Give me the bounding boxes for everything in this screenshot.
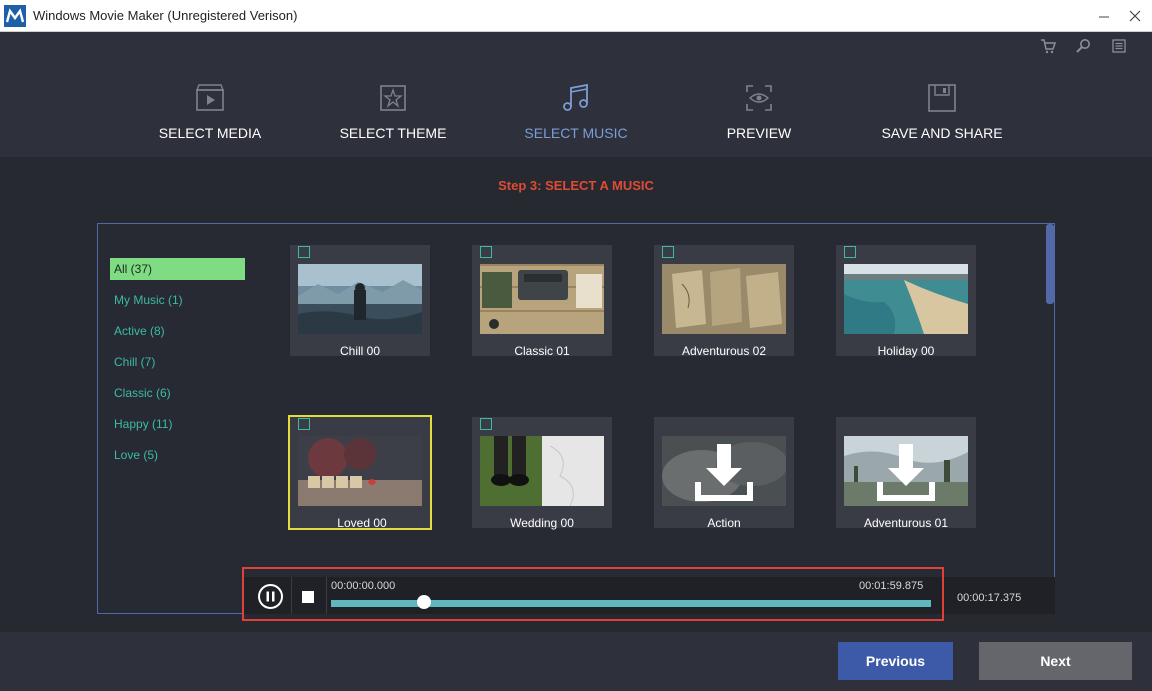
cart-icon[interactable]	[1040, 38, 1057, 54]
thumbnail-image	[844, 264, 968, 334]
category-happy[interactable]: Happy (11)	[110, 413, 245, 435]
music-title: Loved 00	[337, 516, 387, 530]
next-button[interactable]: Next	[979, 642, 1132, 680]
step-label: PREVIEW	[726, 125, 792, 141]
music-note-icon	[662, 246, 674, 258]
step-select-theme[interactable]: SELECT THEME	[318, 82, 468, 152]
current-time: 00:00:00.000	[331, 580, 396, 592]
music-note-icon	[298, 418, 310, 430]
music-library-panel: All (37) My Music (1) Active (8) Chill (…	[97, 223, 1055, 614]
close-icon[interactable]	[1124, 5, 1146, 27]
music-card-adventurous-02[interactable]: Adventurous 02	[654, 245, 794, 358]
music-card-wedding-00[interactable]: Wedding 00	[472, 417, 612, 530]
category-all[interactable]: All (37)	[110, 258, 245, 280]
music-note-icon	[480, 246, 492, 258]
step-navigation: SELECT MEDIA SELECT THEME SELECT MUSIC P…	[0, 32, 1152, 157]
progress-handle[interactable]	[417, 595, 431, 609]
step-select-music[interactable]: SELECT MUSIC	[501, 82, 651, 152]
music-title: Holiday 00	[877, 344, 935, 358]
music-title: Classic 01	[514, 344, 570, 358]
music-card-adventurous-01[interactable]: Adventurous 01	[836, 417, 976, 530]
music-title: Action	[707, 516, 741, 530]
music-note-icon	[298, 246, 310, 258]
step-title: Step 3: SELECT A MUSIC	[498, 178, 654, 193]
music-player: 00:00:00.000 00:01:59.875 00:00:17.375	[244, 577, 1055, 614]
eye-icon	[743, 82, 775, 114]
music-note-icon	[560, 82, 592, 114]
thumbnail-image	[662, 436, 786, 506]
thumbnail-image	[662, 264, 786, 334]
minimize-icon[interactable]	[1093, 5, 1115, 27]
step-label: SELECT THEME	[339, 125, 447, 141]
music-stage: Step 3: SELECT A MUSIC All (37) My Music…	[0, 157, 1152, 632]
theme-star-icon	[377, 82, 409, 114]
pause-button[interactable]	[258, 584, 283, 609]
menu-list-icon[interactable]	[1111, 38, 1127, 54]
category-classic[interactable]: Classic (6)	[110, 382, 245, 404]
step-preview[interactable]: PREVIEW	[684, 82, 834, 152]
category-chill[interactable]: Chill (7)	[110, 351, 245, 373]
music-note-icon	[480, 418, 492, 430]
music-card-chill-00[interactable]: Chill 00	[290, 245, 430, 358]
category-my-music[interactable]: My Music (1)	[110, 289, 245, 311]
music-note-icon	[844, 246, 856, 258]
thumbnail-image	[480, 436, 604, 506]
music-card-action[interactable]: Action	[654, 417, 794, 530]
step-label: SAVE AND SHARE	[881, 125, 1003, 141]
divider	[326, 577, 327, 614]
music-card-loved-00[interactable]: Loved 00	[288, 415, 432, 530]
window-title: Windows Movie Maker (Unregistered Veriso…	[33, 8, 298, 23]
thumbnail-image	[298, 436, 422, 506]
title-bar: Windows Movie Maker (Unregistered Veriso…	[0, 0, 1152, 32]
music-title: Chill 00	[339, 344, 381, 358]
scrollbar[interactable]	[1046, 224, 1054, 304]
music-card-classic-01[interactable]: Classic 01	[472, 245, 612, 358]
search-icon[interactable]	[1075, 38, 1091, 54]
thumbnail-image	[480, 264, 604, 334]
thumbnail-image	[298, 264, 422, 334]
stop-button[interactable]	[302, 591, 314, 603]
music-title: Adventurous 01	[863, 516, 949, 530]
music-title: Adventurous 02	[681, 344, 767, 358]
music-card-holiday-00[interactable]: Holiday 00	[836, 245, 976, 358]
end-time: 00:01:59.875	[859, 580, 924, 592]
music-title: Wedding 00	[510, 516, 574, 530]
step-label: SELECT MUSIC	[524, 125, 628, 141]
divider	[291, 577, 292, 614]
step-save-and-share[interactable]: SAVE AND SHARE	[867, 82, 1017, 152]
app-logo-icon	[4, 5, 26, 27]
bottom-bar: Previous Next	[0, 632, 1152, 691]
category-active[interactable]: Active (8)	[110, 320, 245, 342]
previous-button[interactable]: Previous	[838, 642, 953, 680]
save-icon	[926, 82, 958, 114]
step-select-media[interactable]: SELECT MEDIA	[135, 82, 285, 152]
thumbnail-image	[844, 436, 968, 506]
category-love[interactable]: Love (5)	[110, 444, 245, 466]
film-icon	[194, 82, 226, 114]
total-time: 00:00:17.375	[957, 592, 1022, 604]
step-label: SELECT MEDIA	[158, 125, 262, 141]
